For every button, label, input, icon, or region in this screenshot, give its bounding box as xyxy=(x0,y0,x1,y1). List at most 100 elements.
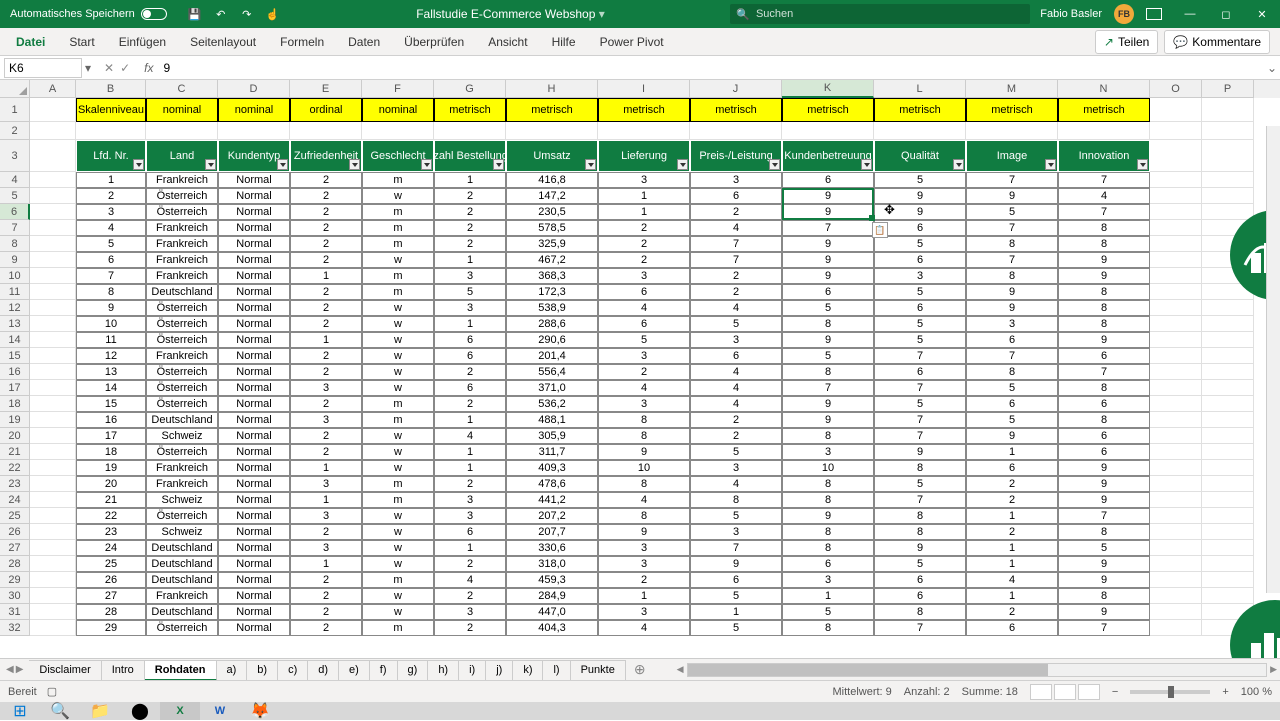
cell[interactable]: 6 xyxy=(434,348,506,364)
zoom-in-icon[interactable]: + xyxy=(1222,686,1228,698)
cell[interactable]: 6 xyxy=(874,252,966,268)
cell[interactable] xyxy=(30,332,76,348)
cell[interactable]: Österreich xyxy=(146,396,218,412)
cell[interactable]: 147,2 xyxy=(506,188,598,204)
row-header-15[interactable]: 15 xyxy=(0,348,30,364)
cell[interactable]: 6 xyxy=(966,396,1058,412)
cell[interactable]: 1 xyxy=(434,412,506,428)
cell[interactable]: 371,0 xyxy=(506,380,598,396)
cell[interactable]: 8 xyxy=(782,316,874,332)
cell[interactable]: 6 xyxy=(1058,348,1150,364)
table-header[interactable]: Umsatz xyxy=(506,140,598,172)
cell[interactable]: 1 xyxy=(290,460,362,476)
cell[interactable]: 24 xyxy=(76,540,146,556)
cell[interactable]: Normal xyxy=(218,348,290,364)
cell[interactable] xyxy=(1202,316,1254,332)
macro-record-icon[interactable]: ▢ xyxy=(47,685,57,698)
cell[interactable]: 2 xyxy=(290,604,362,620)
cell[interactable]: 9 xyxy=(782,412,874,428)
cell[interactable]: 21 xyxy=(76,492,146,508)
cell[interactable]: 3 xyxy=(966,316,1058,332)
cell[interactable] xyxy=(30,140,76,172)
cell[interactable]: 2 xyxy=(598,572,690,588)
cell[interactable]: 2 xyxy=(290,284,362,300)
cell[interactable]: 8 xyxy=(1058,316,1150,332)
cell[interactable]: 2 xyxy=(598,252,690,268)
column-header-D[interactable]: D xyxy=(218,80,290,98)
cell[interactable]: w xyxy=(362,428,434,444)
ribbon-tab-datei[interactable]: Datei xyxy=(4,29,57,55)
cell[interactable]: 8 xyxy=(1058,220,1150,236)
cell[interactable]: 8 xyxy=(1058,380,1150,396)
cell[interactable]: Österreich xyxy=(146,380,218,396)
cell[interactable]: 8 xyxy=(966,364,1058,380)
row-header-6[interactable]: 6 xyxy=(0,204,30,220)
cell[interactable]: 4 xyxy=(598,300,690,316)
cell[interactable]: 2 xyxy=(290,428,362,444)
cell[interactable]: Deutschland xyxy=(146,284,218,300)
cell[interactable]: 3 xyxy=(690,460,782,476)
cell[interactable]: 3 xyxy=(690,172,782,188)
cell[interactable]: 2 xyxy=(290,620,362,636)
cell[interactable]: 9 xyxy=(782,396,874,412)
cell[interactable]: 9 xyxy=(874,540,966,556)
cell[interactable]: 7 xyxy=(966,172,1058,188)
cell[interactable]: 2 xyxy=(434,396,506,412)
cell[interactable]: 10 xyxy=(598,460,690,476)
row-header-12[interactable]: 12 xyxy=(0,300,30,316)
cell[interactable]: Österreich xyxy=(146,444,218,460)
cell[interactable]: 2 xyxy=(290,188,362,204)
filter-dropdown-icon[interactable] xyxy=(585,159,596,170)
cell[interactable] xyxy=(1150,380,1202,396)
column-header-F[interactable]: F xyxy=(362,80,434,98)
cell[interactable]: m xyxy=(362,284,434,300)
cell[interactable]: Normal xyxy=(218,460,290,476)
cell[interactable] xyxy=(1202,204,1254,220)
sheet-tab-c)[interactable]: c) xyxy=(278,660,308,681)
cell[interactable]: Normal xyxy=(218,540,290,556)
cell[interactable]: Normal xyxy=(218,188,290,204)
cell[interactable]: 447,0 xyxy=(506,604,598,620)
filter-dropdown-icon[interactable] xyxy=(133,159,144,170)
cell[interactable]: 1 xyxy=(598,188,690,204)
cell[interactable]: 2 xyxy=(966,476,1058,492)
cell[interactable]: 9 xyxy=(690,556,782,572)
ribbon-tab-power pivot[interactable]: Power Pivot xyxy=(588,29,676,55)
cell[interactable] xyxy=(1150,268,1202,284)
column-header-H[interactable]: H xyxy=(506,80,598,98)
cell[interactable]: 9 xyxy=(1058,492,1150,508)
cell[interactable]: nominal xyxy=(218,98,290,122)
page-break-icon[interactable] xyxy=(1078,684,1100,700)
cell[interactable]: Normal xyxy=(218,380,290,396)
cell[interactable] xyxy=(218,122,290,140)
cell[interactable]: m xyxy=(362,620,434,636)
cell[interactable]: 1 xyxy=(290,332,362,348)
cell[interactable]: 4 xyxy=(76,220,146,236)
cell[interactable]: Normal xyxy=(218,572,290,588)
row-header-13[interactable]: 13 xyxy=(0,316,30,332)
table-header[interactable]: Qualität xyxy=(874,140,966,172)
column-header-G[interactable]: G xyxy=(434,80,506,98)
cell[interactable]: m xyxy=(362,492,434,508)
cell[interactable]: 9 xyxy=(1058,460,1150,476)
cell[interactable]: w xyxy=(362,188,434,204)
cell[interactable]: w xyxy=(362,524,434,540)
row-header-3[interactable]: 3 xyxy=(0,140,30,172)
cell[interactable]: metrisch xyxy=(874,98,966,122)
column-header-P[interactable]: P xyxy=(1202,80,1254,98)
cell[interactable] xyxy=(1150,172,1202,188)
column-header-L[interactable]: L xyxy=(874,80,966,98)
column-header-O[interactable]: O xyxy=(1150,80,1202,98)
cell[interactable]: 2 xyxy=(966,604,1058,620)
cell[interactable]: 8 xyxy=(966,268,1058,284)
cell[interactable]: 538,9 xyxy=(506,300,598,316)
cell[interactable]: 1 xyxy=(434,252,506,268)
column-header-K[interactable]: K xyxy=(782,80,874,98)
cell[interactable]: Österreich xyxy=(146,364,218,380)
cell[interactable]: 2 xyxy=(690,428,782,444)
cell[interactable] xyxy=(30,540,76,556)
cell[interactable] xyxy=(1202,588,1254,604)
cell[interactable]: 578,5 xyxy=(506,220,598,236)
sheet-tab-f)[interactable]: f) xyxy=(370,660,398,681)
cell[interactable] xyxy=(1150,396,1202,412)
